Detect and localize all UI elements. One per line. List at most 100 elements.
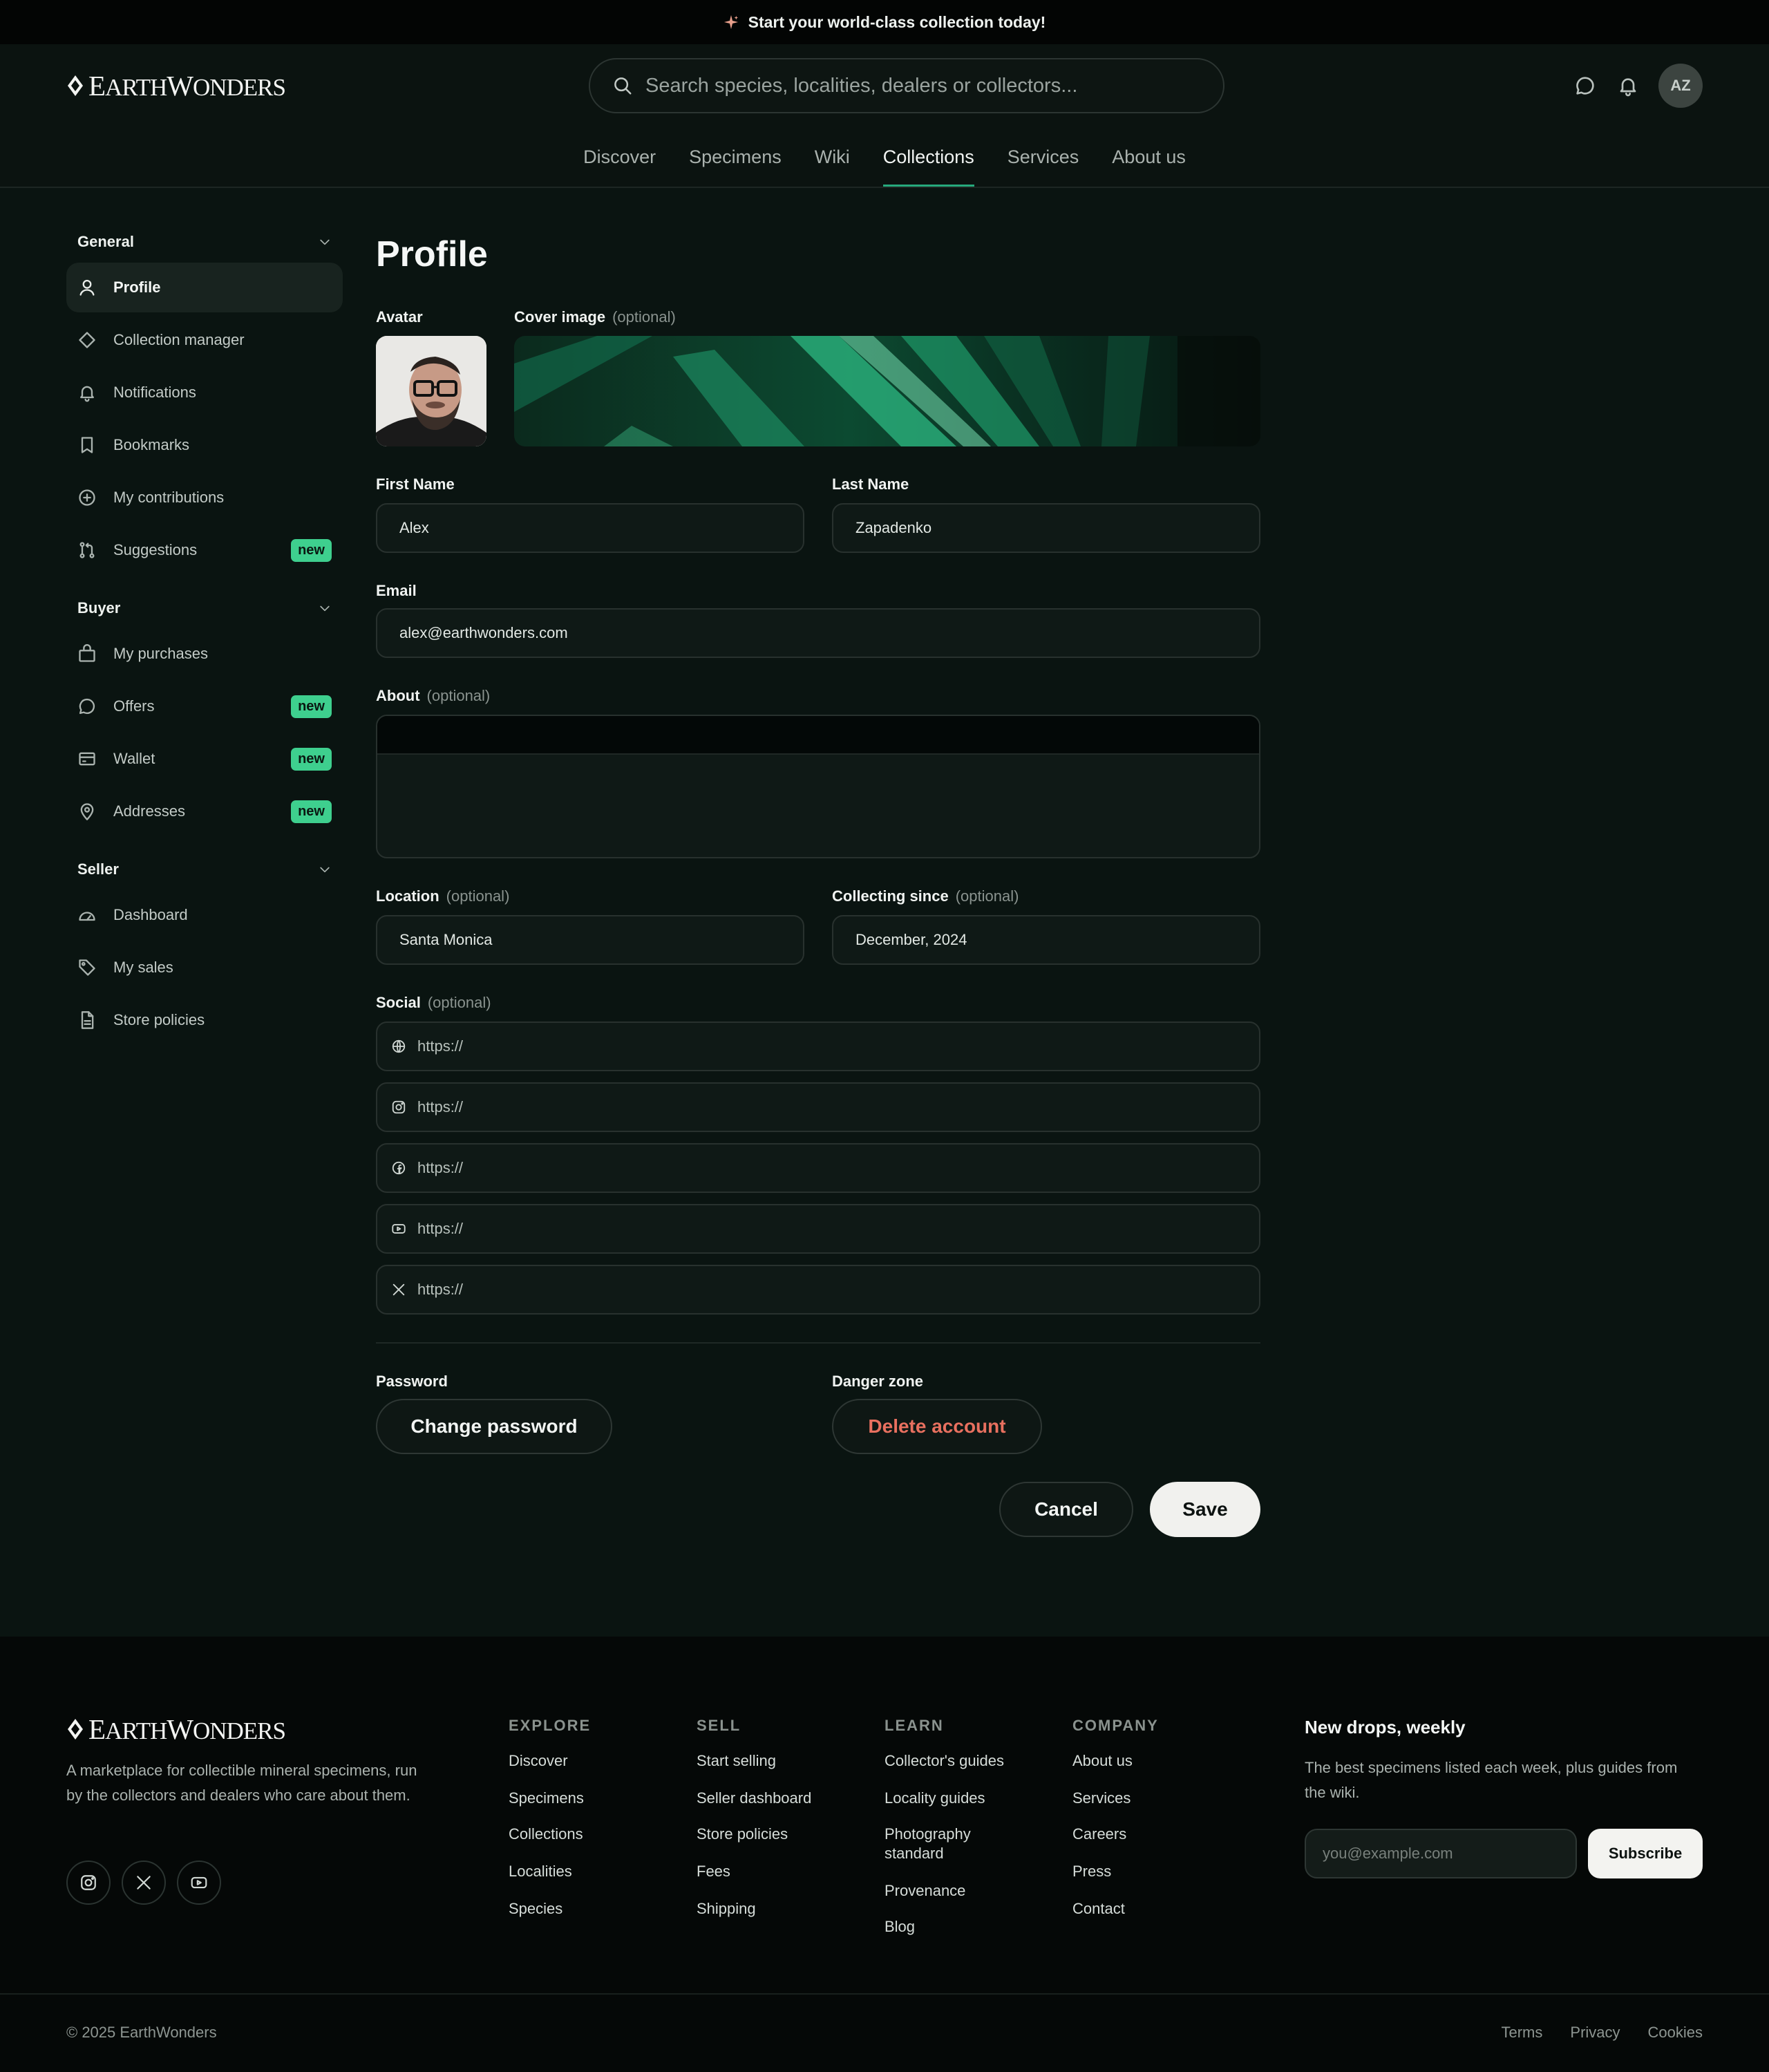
sidebar-item-profile[interactable]: Profile (66, 263, 343, 312)
cancel-button[interactable]: Cancel (999, 1482, 1133, 1537)
sidebar-item-addresses[interactable]: Addresses new (66, 787, 343, 836)
sidebar-item-label: Notifications (113, 384, 196, 401)
cookies-link[interactable]: Cookies (1648, 2024, 1703, 2042)
cover-image[interactable] (514, 336, 1260, 446)
footer-link[interactable]: Provenance (884, 1881, 1023, 1901)
footer-column-company: COMPANY About us Services Careers Press … (1072, 1717, 1211, 1917)
footer-link[interactable]: Locality guides (884, 1789, 1023, 1808)
user-avatar[interactable]: AZ (1658, 64, 1703, 108)
search-icon (612, 75, 633, 96)
sidebar-item-dashboard[interactable]: Dashboard (66, 890, 343, 940)
sidebar-item-label: Addresses (113, 802, 185, 820)
sidebar-section-seller[interactable]: Seller (66, 851, 332, 887)
email-placeholder: you@example.com (1323, 1845, 1453, 1862)
footer-column-sell: SELL Start selling Seller dashboard Stor… (697, 1717, 862, 1917)
footer-link[interactable]: Services (1072, 1789, 1131, 1808)
footer-link[interactable]: Collections (509, 1825, 583, 1844)
new-badge: new (291, 747, 332, 771)
last-name-field[interactable]: Zapadenko (832, 503, 1260, 553)
newsletter-email-input[interactable]: you@example.com (1305, 1829, 1577, 1878)
footer-link[interactable]: About us (1072, 1751, 1133, 1771)
nav-services[interactable]: Services (1008, 129, 1079, 187)
brand-name: EARTHWONDERS (88, 70, 286, 102)
social-youtube-field[interactable]: https:// (376, 1204, 1260, 1254)
social-website-field[interactable]: https:// (376, 1021, 1260, 1071)
delete-account-button[interactable]: Delete account (832, 1399, 1042, 1454)
save-button[interactable]: Save (1150, 1482, 1260, 1537)
footer-link[interactable]: Photography standard (884, 1825, 995, 1863)
collecting-since-field[interactable]: December, 2024 (832, 915, 1260, 965)
sidebar-item-notifications[interactable]: Notifications (66, 368, 343, 417)
sparkle-icon (723, 15, 739, 30)
sidebar-item-offers[interactable]: Offers new (66, 681, 343, 731)
sidebar-item-my-sales[interactable]: My sales (66, 943, 343, 992)
footer-instagram-link[interactable] (66, 1861, 111, 1905)
sidebar-item-my-purchases[interactable]: My purchases (66, 629, 343, 679)
footer-link[interactable]: Start selling (697, 1751, 776, 1771)
sidebar-section-buyer[interactable]: Buyer (66, 590, 332, 626)
terms-link[interactable]: Terms (1502, 2024, 1543, 2042)
footer-column-title: COMPANY (1072, 1717, 1159, 1734)
subscribe-button[interactable]: Subscribe (1588, 1829, 1703, 1878)
sidebar-item-collection-manager[interactable]: Collection manager (66, 315, 343, 365)
nav-collections[interactable]: Collections (882, 129, 974, 187)
email-field[interactable]: alex@earthwonders.com (376, 608, 1260, 658)
footer-link[interactable]: Discover (509, 1751, 568, 1771)
brand-logo[interactable]: EARTHWONDERS (66, 69, 286, 102)
footer-x-link[interactable] (122, 1861, 166, 1905)
sidebar-item-store-policies[interactable]: Store policies (66, 995, 343, 1045)
sidebar-item-my-contributions[interactable]: My contributions (66, 473, 343, 522)
footer-link[interactable]: Fees (697, 1862, 730, 1881)
footer-link[interactable]: Careers (1072, 1825, 1126, 1844)
footer-link[interactable]: Seller dashboard (697, 1789, 811, 1808)
avatar-image[interactable] (376, 336, 486, 446)
nav-discover[interactable]: Discover (583, 129, 656, 187)
footer-link[interactable]: Blog (884, 1917, 1023, 1937)
social-facebook-field[interactable]: https:// (376, 1143, 1260, 1193)
nav-wiki[interactable]: Wiki (815, 129, 850, 187)
divider (376, 1342, 1260, 1344)
footer-link[interactable]: Collector's guides (884, 1751, 1023, 1771)
about-textarea[interactable] (377, 755, 1259, 782)
footer-link[interactable]: Specimens (509, 1789, 584, 1808)
footer-column-title: EXPLORE (509, 1717, 592, 1734)
social-placeholder: https:// (417, 1098, 464, 1115)
sidebar-item-bookmarks[interactable]: Bookmarks (66, 420, 343, 470)
footer-link[interactable]: Press (1072, 1862, 1111, 1881)
chat-icon (77, 697, 97, 716)
logo-mark-icon (66, 74, 84, 97)
sidebar-item-label: My contributions (113, 489, 225, 506)
location-field[interactable]: Santa Monica (376, 915, 804, 965)
globe-icon (391, 1039, 406, 1054)
editor-toolbar (377, 716, 1259, 755)
footer-link[interactable]: Contact (1072, 1899, 1125, 1919)
social-instagram-field[interactable]: https:// (376, 1082, 1260, 1132)
footer-link[interactable]: Localities (509, 1862, 572, 1881)
bell-icon[interactable] (1617, 75, 1639, 97)
sidebar-item-suggestions[interactable]: Suggestions new (66, 525, 343, 575)
footer-link[interactable]: Store policies (697, 1825, 788, 1844)
instagram-icon (79, 1874, 97, 1892)
nav-about-us[interactable]: About us (1112, 129, 1186, 187)
search-input[interactable]: Search species, localities, dealers or c… (589, 58, 1224, 113)
privacy-link[interactable]: Privacy (1570, 2024, 1620, 2042)
nav-specimens[interactable]: Specimens (689, 129, 782, 187)
copyright: © 2025 EarthWonders (66, 2024, 217, 2041)
location-label: Location (optional) (376, 887, 510, 905)
sidebar-item-label: Wallet (113, 750, 155, 767)
avatar-label: Avatar (376, 308, 423, 326)
footer-youtube-link[interactable] (177, 1861, 221, 1905)
sidebar-section-general[interactable]: General (66, 224, 332, 260)
change-password-button[interactable]: Change password (376, 1399, 612, 1454)
footer-brand-logo[interactable]: EARTHWONDERS (66, 1713, 286, 1746)
first-name-field[interactable]: Alex (376, 503, 804, 553)
sidebar-item-label: Bookmarks (113, 436, 190, 453)
git-pull-icon (77, 540, 97, 560)
about-editor[interactable] (376, 715, 1260, 858)
social-x-field[interactable]: https:// (376, 1265, 1260, 1315)
footer-link[interactable]: Shipping (697, 1899, 756, 1919)
messages-icon[interactable] (1574, 75, 1596, 97)
sidebar-item-wallet[interactable]: Wallet new (66, 734, 343, 784)
social-placeholder: https:// (417, 1220, 464, 1237)
footer-link[interactable]: Species (509, 1899, 562, 1919)
